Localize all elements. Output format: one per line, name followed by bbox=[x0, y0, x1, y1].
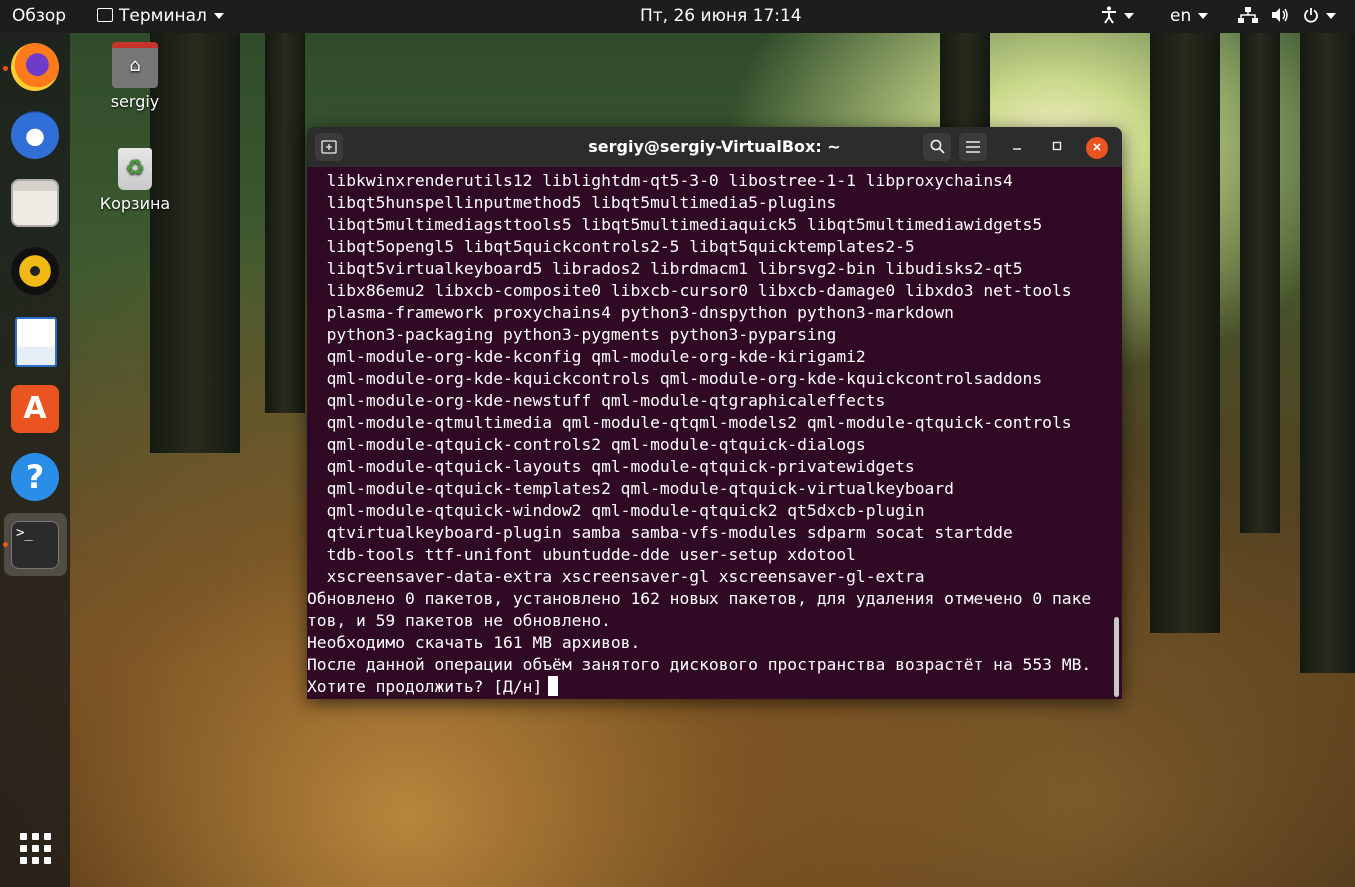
terminal-line: После данной операции объём занятого дис… bbox=[307, 655, 1092, 674]
tree-trunk bbox=[265, 33, 305, 413]
minimize-icon bbox=[1013, 148, 1021, 150]
maximize-button[interactable] bbox=[1046, 137, 1068, 159]
terminal-line: libqt5hunspellinputmethod5 libqt5multime… bbox=[307, 193, 837, 212]
software-center-icon[interactable]: A bbox=[11, 385, 59, 433]
terminal-line: qml-module-org-kde-kquickcontrols qml-mo… bbox=[307, 369, 1043, 388]
running-indicator bbox=[3, 542, 8, 547]
firefox-icon[interactable] bbox=[11, 43, 59, 91]
terminal-line: libqt5opengl5 libqt5quickcontrols2-5 lib… bbox=[307, 237, 915, 256]
terminal-small-icon bbox=[97, 8, 113, 22]
help-icon[interactable]: ? bbox=[11, 453, 59, 501]
accessibility-icon bbox=[1102, 6, 1116, 24]
volume-icon bbox=[1272, 8, 1289, 22]
terminal-line: qml-module-org-kde-newstuff qml-module-q… bbox=[307, 391, 886, 410]
desktop-trash[interactable]: ♻ Корзина bbox=[90, 148, 180, 213]
search-icon bbox=[930, 139, 945, 154]
minimize-button[interactable] bbox=[1006, 137, 1028, 159]
terminal-title: sergiy@sergiy-VirtualBox: ~ bbox=[588, 137, 841, 156]
chevron-down-icon bbox=[213, 13, 224, 19]
language-menu[interactable]: en bbox=[1170, 0, 1209, 33]
search-button[interactable] bbox=[923, 133, 951, 161]
terminal-line: qml-module-qtquick-layouts qml-module-qt… bbox=[307, 457, 915, 476]
tree-trunk bbox=[1300, 33, 1355, 673]
terminal-line: qml-module-qtquick-window2 qml-module-qt… bbox=[307, 501, 925, 520]
accessibility-menu[interactable] bbox=[1101, 0, 1134, 33]
chevron-down-icon bbox=[1198, 13, 1209, 19]
terminal-line: xscreensaver-data-extra xscreensaver-gl … bbox=[307, 567, 925, 586]
trash-label: Корзина bbox=[99, 194, 171, 213]
prompt-text: Хотите продолжить? [Д/н] bbox=[307, 677, 543, 696]
tree-trunk bbox=[1240, 33, 1280, 533]
terminal-line: qml-module-qtquick-templates2 qml-module… bbox=[307, 479, 954, 498]
activities-button[interactable]: Обзор bbox=[12, 0, 66, 33]
terminal-line: тов, и 59 пакетов не обновлено. bbox=[307, 611, 611, 630]
app-menu-label: Терминал bbox=[119, 6, 207, 26]
terminal-scrollbar[interactable] bbox=[1114, 617, 1119, 697]
terminal-line: python3-packaging python3-pygments pytho… bbox=[307, 325, 837, 344]
terminal-line: qml-module-org-kde-kconfig qml-module-or… bbox=[307, 347, 866, 366]
close-button[interactable] bbox=[1086, 137, 1108, 159]
maximize-icon bbox=[1052, 141, 1062, 151]
system-menu[interactable] bbox=[1238, 0, 1336, 33]
terminal-prompt: Хотите продолжить? [Д/н] bbox=[307, 676, 1112, 698]
terminal-line: qtvirtualkeyboard-plugin samba samba-vfs… bbox=[307, 523, 1013, 542]
chevron-down-icon bbox=[1124, 13, 1134, 19]
dock: A ? >_ bbox=[0, 33, 70, 887]
libreoffice-writer-icon[interactable] bbox=[15, 317, 57, 367]
terminal-line: tdb-tools ttf-unifont ubuntudde-dde user… bbox=[307, 545, 856, 564]
running-indicator bbox=[3, 66, 8, 71]
tree-trunk bbox=[940, 33, 990, 133]
chevron-down-icon bbox=[1325, 13, 1336, 19]
terminal-line: libx86emu2 libxcb-composite0 libxcb-curs… bbox=[307, 281, 1072, 300]
show-applications-icon[interactable] bbox=[20, 833, 52, 865]
terminal-titlebar[interactable]: sergiy@sergiy-VirtualBox: ~ bbox=[307, 127, 1122, 167]
home-folder-label: sergiy bbox=[110, 92, 160, 111]
close-icon bbox=[1093, 143, 1101, 151]
trash-icon: ♻ bbox=[118, 148, 152, 190]
desktop-home-folder[interactable]: ⌂ sergiy bbox=[90, 42, 180, 111]
home-folder-icon: ⌂ bbox=[112, 42, 158, 88]
terminal-window[interactable]: sergiy@sergiy-VirtualBox: ~ libkwinxrend… bbox=[307, 127, 1122, 699]
terminal-output[interactable]: libkwinxrenderutils12 liblightdm-qt5-3-0… bbox=[307, 167, 1112, 699]
clock[interactable]: Пт, 26 июня 17:14 bbox=[640, 0, 802, 33]
terminal-line: libqt5virtualkeyboard5 librados2 librdma… bbox=[307, 259, 1023, 278]
terminal-line: libkwinxrenderutils12 liblightdm-qt5-3-0… bbox=[307, 171, 1013, 190]
language-label: en bbox=[1170, 6, 1192, 26]
terminal-line: Обновлено 0 пакетов, установлено 162 нов… bbox=[307, 589, 1092, 608]
rhythmbox-icon[interactable] bbox=[11, 247, 59, 295]
terminal-line: plasma-framework proxychains4 python3-dn… bbox=[307, 303, 954, 322]
menu-button[interactable] bbox=[959, 133, 987, 161]
hamburger-menu-icon bbox=[966, 141, 980, 153]
top-bar: Обзор Терминал Пт, 26 июня 17:14 en bbox=[0, 0, 1355, 33]
terminal-line: Необходимо скачать 161 MB архивов. bbox=[307, 633, 641, 652]
network-icon bbox=[1238, 7, 1258, 23]
power-icon bbox=[1303, 8, 1318, 23]
terminal-icon[interactable]: >_ bbox=[11, 521, 59, 569]
app-menu[interactable]: Терминал bbox=[97, 0, 224, 33]
terminal-line: qml-module-qtmultimedia qml-module-qtqml… bbox=[307, 413, 1072, 432]
terminal-line: libqt5multimediagsttools5 libqt5multimed… bbox=[307, 215, 1043, 234]
terminal-line: qml-module-qtquick-controls2 qml-module-… bbox=[307, 435, 866, 454]
files-icon[interactable] bbox=[11, 179, 59, 227]
thunderbird-icon[interactable] bbox=[11, 111, 59, 159]
tree-trunk bbox=[1150, 33, 1220, 633]
text-cursor bbox=[548, 676, 559, 696]
